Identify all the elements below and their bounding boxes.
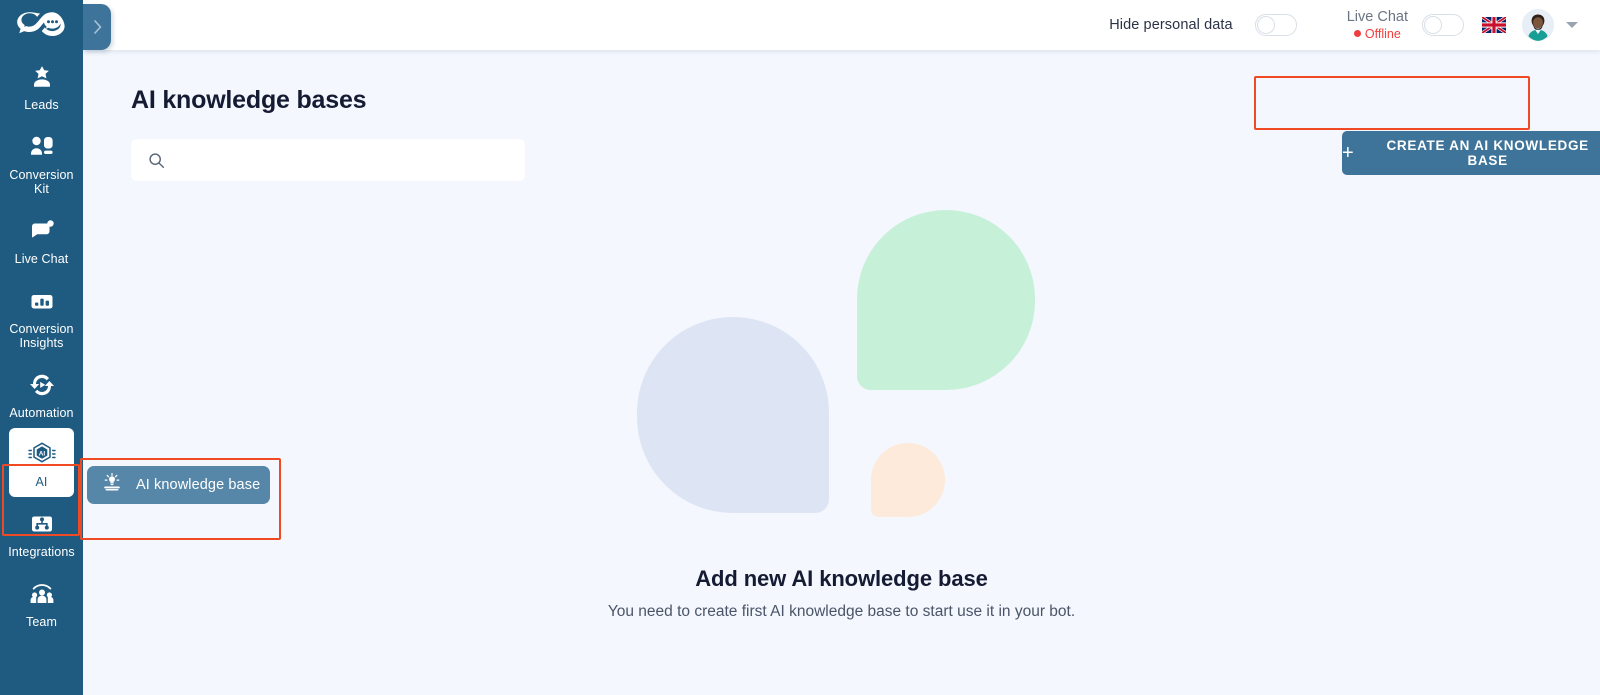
sidebar-item-label: Conversion Kit — [9, 168, 74, 196]
empty-state-description: You need to create first AI knowledge ba… — [607, 603, 1076, 620]
live-chat-bubble-icon — [27, 216, 57, 246]
app-root: Leads Conversion Kit Live Chat Conversio… — [0, 0, 1600, 695]
infinity-chat-bubbles-logo-icon — [16, 12, 65, 36]
sidebar-item-automation[interactable]: Automation — [0, 358, 83, 428]
sidebar-item-label: Automation — [9, 406, 74, 420]
ai-hexagon-chip-icon: AI — [27, 439, 57, 469]
team-group-icon — [27, 579, 57, 609]
avatar[interactable] — [1522, 9, 1554, 41]
svg-text:AI: AI — [38, 450, 45, 457]
live-chat-label: Live Chat — [1346, 8, 1408, 25]
orange-blob-shape — [870, 443, 945, 517]
toggle-knob — [1424, 15, 1442, 34]
sidebar-item-label: Leads — [24, 98, 59, 112]
sidebar-item-label: Integrations — [8, 545, 75, 559]
live-chat-status-text: Offline — [1364, 26, 1401, 41]
live-chat-status-block: Live Chat Offline — [1347, 9, 1408, 41]
automation-refresh-play-icon — [27, 370, 57, 400]
search-icon — [149, 152, 165, 168]
conversion-kit-people-icon — [27, 132, 57, 162]
sidebar-item-integrations[interactable]: Integrations — [0, 497, 83, 567]
sidebar-item-label: AI — [35, 475, 48, 489]
left-sidebar: Leads Conversion Kit Live Chat Conversio… — [0, 0, 83, 695]
hide-personal-data-label: Hide personal data — [1109, 17, 1233, 33]
sidebar-item-leads[interactable]: Leads — [0, 50, 83, 120]
status-dot-icon — [1353, 30, 1361, 38]
sidebar-item-team[interactable]: Team — [0, 567, 83, 637]
plus-icon: + — [1342, 142, 1355, 164]
toggle-knob — [1256, 16, 1275, 34]
sidebar-item-conversion-insights[interactable]: Conversion Insights — [0, 274, 83, 358]
sidebar-item-label: Team — [26, 615, 57, 629]
blue-blob-shape — [636, 317, 829, 513]
live-chat-toggle[interactable] — [1422, 13, 1464, 36]
lightbulb-book-icon — [101, 472, 123, 499]
bar-chart-icon — [27, 286, 57, 316]
top-header: Hide personal data Live Chat Offline — [83, 0, 1600, 50]
page-title: AI knowledge bases — [131, 86, 367, 114]
sidebar-item-live-chat[interactable]: Live Chat — [0, 204, 83, 274]
sidebar-item-ai[interactable]: AI AI — [9, 428, 74, 497]
search-box[interactable] — [131, 139, 525, 181]
empty-state-illustration — [632, 200, 1052, 560]
sidebar-item-conversion-kit[interactable]: Conversion Kit — [0, 120, 83, 204]
leads-star-person-icon — [27, 62, 57, 92]
integrations-puzzle-icon — [27, 509, 57, 539]
search-input[interactable] — [176, 152, 496, 168]
live-chat-status: Offline — [1347, 27, 1408, 41]
create-button-label: CREATE AN AI KNOWLEDGE BASE — [1386, 138, 1589, 168]
hide-personal-data-group: Hide personal data — [1109, 14, 1297, 36]
account-chevron-down-icon[interactable] — [1566, 22, 1578, 28]
green-blob-shape — [856, 210, 1035, 390]
hide-personal-data-toggle[interactable] — [1254, 14, 1297, 36]
create-ai-knowledge-base-button[interactable]: + CREATE AN AI KNOWLEDGE BASE — [1342, 131, 1600, 175]
united-kingdom-flag-icon[interactable] — [1481, 15, 1507, 35]
submenu-item-label: AI knowledge base — [136, 477, 261, 493]
empty-state-title: Add new AI knowledge base — [695, 566, 988, 591]
main-content: AI knowledge bases + CREATE AN AI KNOWLE… — [83, 50, 1600, 695]
app-logo[interactable] — [0, 0, 83, 50]
empty-state: Add new AI knowledge base You need to cr… — [83, 200, 1600, 623]
ai-submenu-panel: AI knowledge base — [83, 460, 280, 538]
live-chat-group: Live Chat Offline — [1347, 9, 1464, 41]
chevron-right-icon — [93, 20, 101, 34]
expand-sidebar-button[interactable] — [83, 4, 111, 50]
sidebar-item-label: Conversion Insights — [9, 322, 74, 350]
sidebar-item-label: Live Chat — [14, 252, 69, 266]
submenu-item-ai-knowledge-base[interactable]: AI knowledge base — [87, 466, 270, 504]
